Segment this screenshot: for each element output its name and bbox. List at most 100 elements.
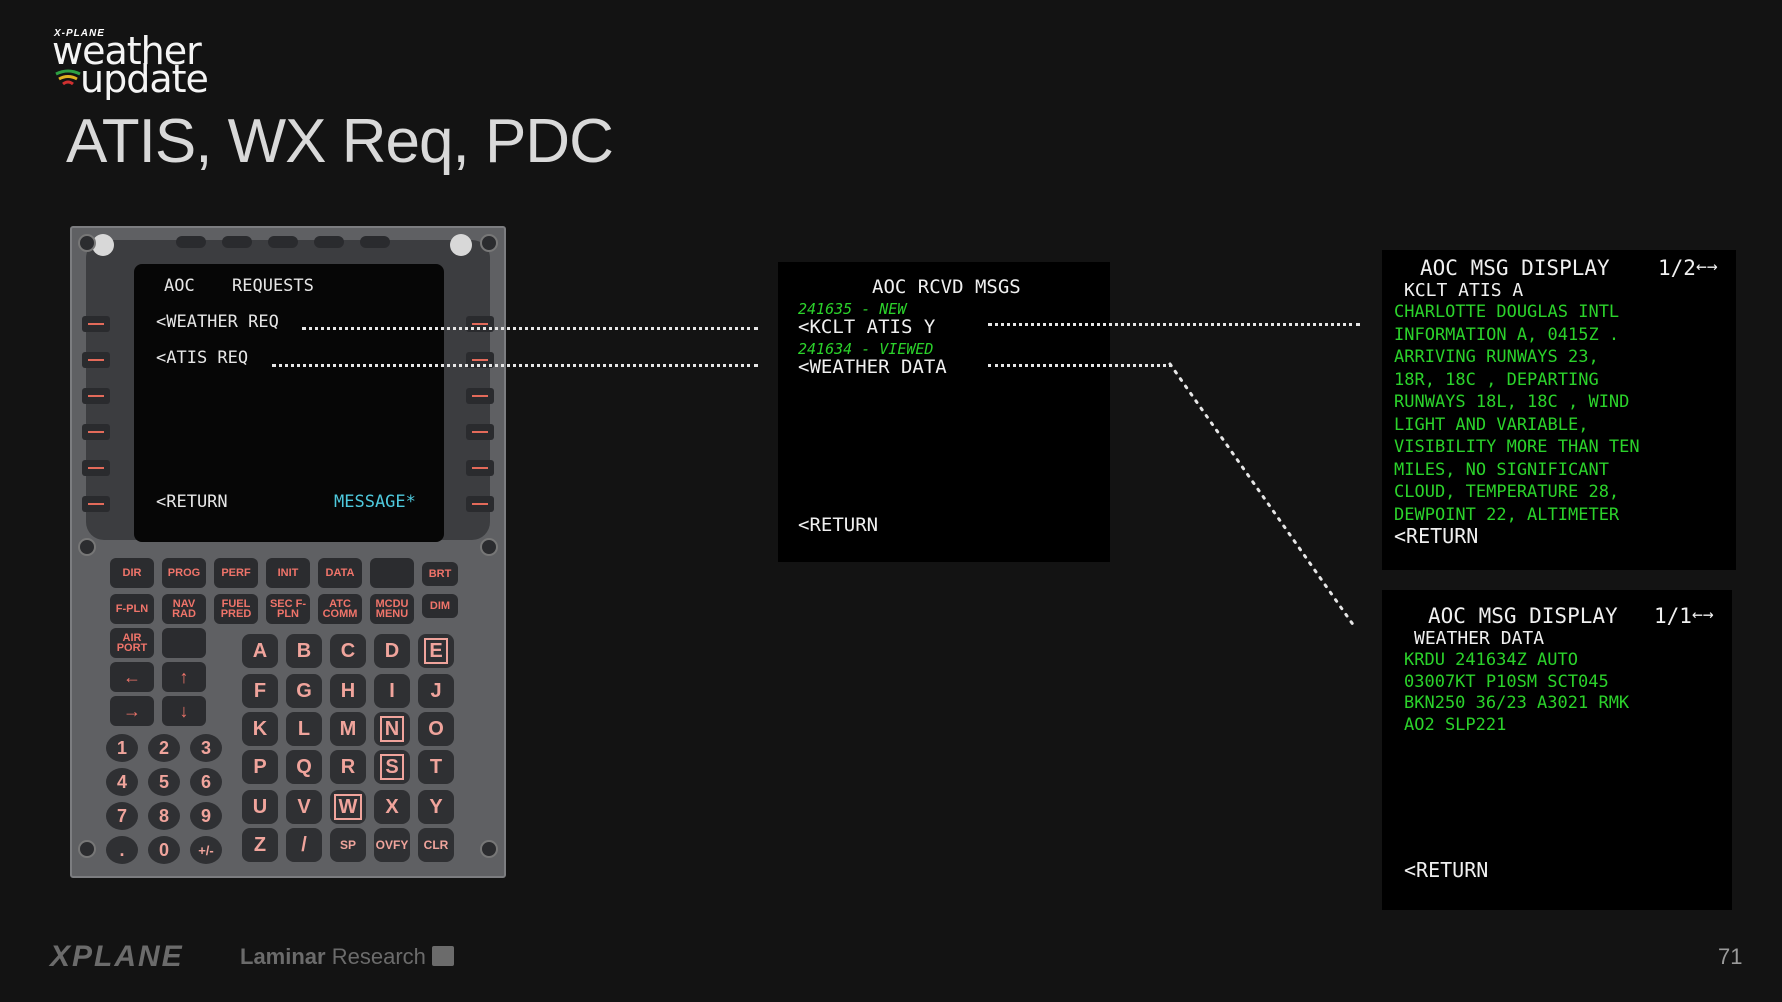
lsk-3l[interactable] [82, 388, 110, 404]
msg-display-2-subtitle: WEATHER DATA [1414, 628, 1545, 649]
key-v[interactable]: V [286, 790, 322, 824]
key-9[interactable]: 9 [190, 802, 222, 830]
rcvd-msg-2-label[interactable]: <WEATHER DATA [798, 356, 947, 378]
key-init[interactable]: INIT [266, 558, 310, 588]
key-clr[interactable]: CLR [418, 828, 454, 862]
key-sp[interactable]: SP [330, 828, 366, 862]
msg-display-2-line: AO2 SLP221 [1404, 714, 1507, 735]
key-e[interactable]: E [418, 634, 454, 668]
rcvd-msg-1-label[interactable]: <KCLT ATIS Y [798, 316, 935, 338]
research-text: Research [331, 944, 426, 969]
key-blank-2[interactable] [162, 628, 206, 658]
key-s[interactable]: S [374, 750, 410, 784]
mcdu-weather-req[interactable]: <WEATHER REQ [156, 312, 279, 332]
key-fuel-pred[interactable]: FUEL PRED [214, 594, 258, 624]
lsk-1l[interactable] [82, 316, 110, 332]
key-brt[interactable]: BRT [422, 562, 458, 586]
lsk-2l[interactable] [82, 352, 110, 368]
key-f-pln[interactable]: F-PLN [110, 594, 154, 624]
key-5[interactable]: 5 [148, 768, 180, 796]
key-x[interactable]: X [374, 790, 410, 824]
lsk-6l[interactable] [82, 496, 110, 512]
annunciator-lamp [268, 236, 298, 248]
key-w[interactable]: W [330, 790, 366, 824]
page-arrows-icon[interactable]: ←→ [1692, 604, 1714, 625]
key-d[interactable]: D [374, 634, 410, 668]
key-n[interactable]: N [374, 712, 410, 746]
key-h[interactable]: H [330, 674, 366, 708]
key-mcdu-menu[interactable]: MCDU MENU [370, 594, 414, 624]
key-f[interactable]: F [242, 674, 278, 708]
msg-display-1-line: CLOUD, TEMPERATURE 28, [1394, 482, 1620, 502]
key-i[interactable]: I [374, 674, 410, 708]
slew-up-icon[interactable]: ↑ [162, 662, 206, 692]
key-u[interactable]: U [242, 790, 278, 824]
key-2[interactable]: 2 [148, 734, 180, 762]
key-y[interactable]: Y [418, 790, 454, 824]
lsk-4r[interactable] [466, 424, 494, 440]
lsk-5l[interactable] [82, 460, 110, 476]
msg-display-1-subtitle: KCLT ATIS A [1404, 280, 1524, 301]
lsk-3r[interactable] [466, 388, 494, 404]
key-airport[interactable]: AIR PORT [110, 628, 154, 658]
msg-display-2-page: 1/1 [1654, 604, 1692, 628]
key-a[interactable]: A [242, 634, 278, 668]
key-n-label: N [379, 716, 405, 742]
key-6[interactable]: 6 [190, 768, 222, 796]
key-dim[interactable]: DIM [422, 594, 458, 618]
connector-weather-data [988, 364, 1172, 367]
key-sec-f-pln[interactable]: SEC F-PLN [266, 594, 310, 624]
key-t[interactable]: T [418, 750, 454, 784]
msg-display-2-line: BKN250 36/23 A3021 RMK [1404, 693, 1630, 713]
mcdu-return[interactable]: <RETURN [156, 492, 228, 512]
lsk-5r[interactable] [466, 460, 494, 476]
key-blank[interactable] [370, 558, 414, 588]
key-atc-comm[interactable]: ATC COMM [318, 594, 362, 624]
mcdu-screen: AOC REQUESTS <WEATHER REQ <ATIS REQ <RET… [134, 264, 444, 542]
key-o[interactable]: O [418, 712, 454, 746]
key-0[interactable]: 0 [148, 836, 180, 864]
key-j[interactable]: J [418, 674, 454, 708]
key-plus-minus[interactable]: +/- [190, 836, 222, 864]
key-perf[interactable]: PERF [214, 558, 258, 588]
key-7[interactable]: 7 [106, 802, 138, 830]
key-r[interactable]: R [330, 750, 366, 784]
screw [480, 840, 498, 858]
msg-display-1-line: DEWPOINT 22, ALTIMETER [1394, 504, 1620, 525]
key-q[interactable]: Q [286, 750, 322, 784]
slew-down-icon[interactable]: ↓ [162, 696, 206, 726]
key-dir[interactable]: DIR [110, 558, 154, 588]
key-c[interactable]: C [330, 634, 366, 668]
rcvd-msgs-return[interactable]: <RETURN [798, 514, 878, 536]
key-decimal[interactable]: . [106, 836, 138, 864]
key-8[interactable]: 8 [148, 802, 180, 830]
lsk-6r[interactable] [466, 496, 494, 512]
key-g[interactable]: G [286, 674, 322, 708]
key-p[interactable]: P [242, 750, 278, 784]
lsk-4l[interactable] [82, 424, 110, 440]
mcdu-message[interactable]: MESSAGE* [334, 492, 416, 512]
key-3[interactable]: 3 [190, 734, 222, 762]
xplane-footer-logo: XPLANE [50, 940, 184, 973]
key-prog[interactable]: PROG [162, 558, 206, 588]
key-m[interactable]: M [330, 712, 366, 746]
key-ovfy[interactable]: OVFY [374, 828, 410, 862]
msg-display-1-return[interactable]: <RETURN [1394, 524, 1478, 548]
key-4[interactable]: 4 [106, 768, 138, 796]
slew-right-icon[interactable]: → [110, 696, 154, 726]
key-k[interactable]: K [242, 712, 278, 746]
mcdu-atis-req[interactable]: <ATIS REQ [156, 348, 248, 368]
rcvd-msgs-screen: AOC RCVD MSGS 241635 - NEW <KCLT ATIS Y … [778, 262, 1110, 562]
key-l[interactable]: L [286, 712, 322, 746]
msg-display-1-line: INFORMATION A, 0415Z . [1394, 324, 1620, 345]
mcdu-knob-right[interactable] [450, 234, 472, 256]
key-1[interactable]: 1 [106, 734, 138, 762]
key-nav-rad[interactable]: NAV RAD [162, 594, 206, 624]
slew-left-icon[interactable]: ← [110, 662, 154, 692]
key-data[interactable]: DATA [318, 558, 362, 588]
key-slash[interactable]: / [286, 828, 322, 862]
key-b[interactable]: B [286, 634, 322, 668]
page-arrows-icon[interactable]: ←→ [1696, 256, 1718, 277]
msg-display-2-return[interactable]: <RETURN [1404, 858, 1488, 882]
key-z[interactable]: Z [242, 828, 278, 862]
